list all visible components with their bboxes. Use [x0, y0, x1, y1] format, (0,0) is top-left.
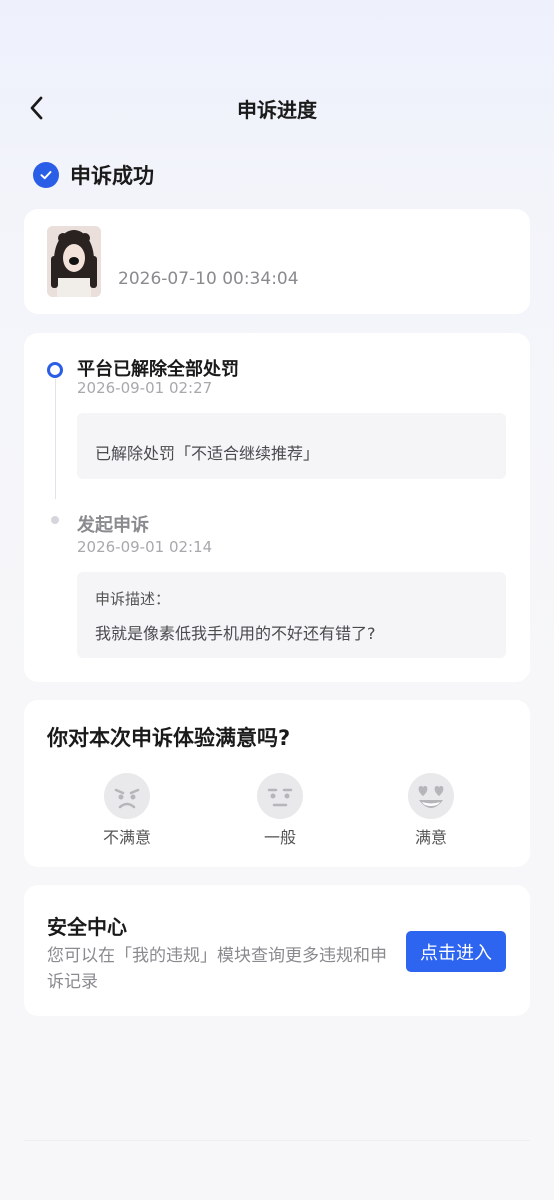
security-description: 您可以在「我的违规」模块查询更多违规和申诉记录 — [47, 946, 387, 992]
enter-button[interactable]: 点击进入 — [406, 931, 506, 972]
appeal-description: 我就是像素低我手机用的不好还有错了? — [95, 624, 376, 643]
security-center-card: 安全中心 您可以在「我的违规」模块查询更多违规和申诉记录 点击进入 — [24, 885, 530, 1016]
appealed-post-card[interactable]: 2026-07-10 00:34:04 — [24, 209, 530, 314]
check-circle-icon — [33, 162, 59, 188]
timeline-title: 平台已解除全部处罚 — [77, 359, 239, 380]
rating-satisfied[interactable]: 满意 — [391, 772, 471, 848]
rating-neutral[interactable]: 一般 — [240, 772, 320, 848]
timeline-line — [55, 379, 56, 499]
post-thumbnail[interactable] — [47, 226, 101, 297]
timeline-dot — [51, 516, 59, 524]
timeline-dot-active — [47, 362, 63, 378]
timeline-detail-box: 已解除处罚「不适合继续推荐」 — [77, 413, 506, 479]
appeal-timeline: 平台已解除全部处罚 2026-09-01 02:27 已解除处罚「不适合继续推荐… — [24, 333, 530, 682]
appeal-description-label: 申诉描述： — [95, 590, 171, 608]
satisfaction-survey: 你对本次申诉体验满意吗? 不满意 一般 满意 — [24, 700, 530, 867]
timeline-time: 2026-09-01 02:14 — [77, 538, 213, 556]
security-title: 安全中心 — [47, 915, 127, 939]
post-time: 2026-07-10 00:34:04 — [118, 269, 299, 289]
nav-header: 申诉进度 — [0, 86, 554, 130]
rating-label: 一般 — [263, 828, 296, 847]
status-text: 申诉成功 — [70, 164, 154, 188]
timeline-title: 发起申诉 — [77, 515, 149, 536]
survey-question: 你对本次申诉体验满意吗? — [47, 726, 291, 750]
rating-label: 满意 — [414, 828, 447, 847]
timeline-detail: 已解除处罚「不适合继续推荐」 — [95, 444, 320, 463]
appeal-status: 申诉成功 — [33, 160, 154, 190]
rating-unsatisfied[interactable]: 不满意 — [87, 772, 167, 848]
appeal-description-box: 申诉描述： 我就是像素低我手机用的不好还有错了? — [77, 572, 506, 658]
page-title: 申诉进度 — [237, 98, 317, 122]
neutral-face-icon — [257, 773, 303, 819]
heart-eyes-face-icon — [408, 773, 454, 819]
divider — [24, 1140, 530, 1141]
angry-face-icon — [104, 773, 150, 819]
timeline-time: 2026-09-01 02:27 — [77, 379, 213, 397]
rating-label: 不满意 — [102, 828, 151, 847]
